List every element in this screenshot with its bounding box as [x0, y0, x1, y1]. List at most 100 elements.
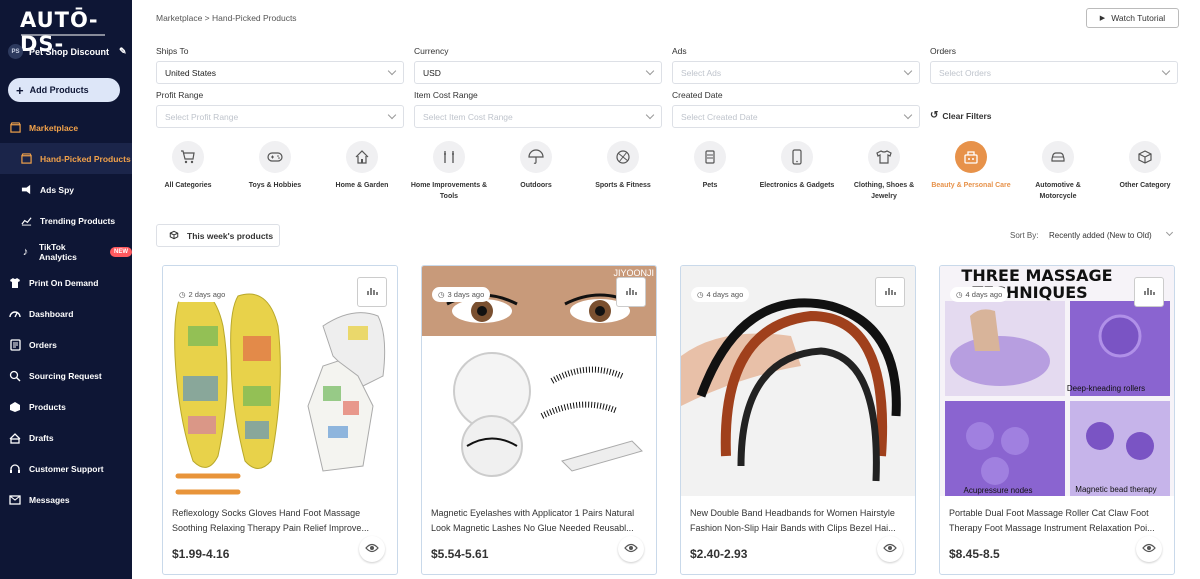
orders-select[interactable]: Select Orders: [930, 61, 1178, 84]
product-card[interactable]: JIYOONJI ◷ 3 days ago Magnetic Eyelashes …: [421, 265, 657, 575]
sidebar-item-label: Drafts: [29, 432, 54, 443]
add-products-button[interactable]: + Add Products: [8, 78, 120, 102]
stats-button[interactable]: [1134, 277, 1164, 307]
sidebar-item-dashboard[interactable]: Dashboard: [0, 298, 132, 329]
item-cost-label: Item Cost Range: [414, 90, 478, 100]
headset-icon: [9, 463, 21, 475]
currency-select[interactable]: USD: [414, 61, 662, 84]
preview-eye-button[interactable]: [877, 536, 903, 562]
clock-icon: ◷: [956, 290, 963, 299]
sidebar-nav: Marketplace Hand-Picked Products Ads Spy…: [0, 112, 132, 515]
product-title[interactable]: Portable Dual Foot Massage Roller Cat Cl…: [949, 506, 1167, 536]
phone-icon: [781, 141, 813, 173]
product-price: $5.54-5.61: [431, 547, 489, 561]
product-card[interactable]: THREE MASSAGE TECHNIQUES Deep-kneading r…: [939, 265, 1175, 575]
sidebar-item-label: Orders: [29, 339, 57, 350]
chevron-down-icon[interactable]: [1165, 228, 1174, 237]
product-title[interactable]: Magnetic Eyelashes with Applicator 1 Pai…: [431, 506, 649, 536]
category-home-garden[interactable]: Home & Garden: [322, 141, 402, 191]
preview-eye-button[interactable]: [359, 536, 385, 562]
sidebar-item-trending[interactable]: Trending Products: [0, 205, 132, 236]
sidebar-item-label: Hand-Picked Products: [40, 153, 131, 164]
ads-placeholder: Select Ads: [681, 67, 722, 78]
preview-eye-button[interactable]: [618, 536, 644, 562]
product-title[interactable]: New Double Band Headbands for Women Hair…: [690, 506, 908, 536]
stats-button[interactable]: [616, 277, 646, 307]
category-sports[interactable]: Sports & Fitness: [583, 141, 663, 191]
sidebar-item-drafts[interactable]: Drafts: [0, 422, 132, 453]
this-week-products-button[interactable]: This week's products: [156, 224, 280, 247]
cart-icon: [172, 141, 204, 173]
item-cost-select[interactable]: Select Item Cost Range: [414, 105, 662, 128]
store-icon: [20, 153, 32, 165]
ads-select[interactable]: Select Ads: [672, 61, 920, 84]
add-products-label: Add Products: [29, 85, 89, 95]
title-line: Fashion Non-Slip Hair Bands with Clips B…: [690, 523, 896, 533]
main-content: Marketplace > Hand-Picked Products ▶ Wat…: [132, 0, 1200, 579]
plus-icon: +: [16, 82, 24, 98]
category-label: Beauty & Personal Care: [931, 182, 1011, 189]
orders-label: Orders: [930, 46, 956, 56]
category-other[interactable]: Other Category: [1105, 141, 1185, 191]
sort-select[interactable]: Recently added (New to Old): [1049, 231, 1152, 240]
sidebar-item-marketplace[interactable]: Marketplace: [0, 112, 132, 143]
breadcrumb[interactable]: Marketplace > Hand-Picked Products: [156, 13, 297, 23]
ships-to-value: United States: [165, 67, 217, 78]
sidebar-item-messages[interactable]: Messages: [0, 484, 132, 515]
products-icon: [9, 401, 21, 413]
sidebar-item-print-on-demand[interactable]: Print On Demand: [0, 267, 132, 298]
sidebar-item-tiktok[interactable]: ♪ TikTok Analytics NEW: [0, 236, 132, 267]
category-clothing[interactable]: Clothing, Shoes & Jewelry: [844, 141, 924, 202]
profit-range-select[interactable]: Select Profit Range: [156, 105, 404, 128]
product-card[interactable]: ◷ 4 days ago New Double Band Headbands fo…: [680, 265, 916, 575]
product-card[interactable]: ◷ 2 days ago Reflexology Socks Gloves Han…: [162, 265, 398, 575]
bar-chart-icon: [884, 283, 896, 301]
sidebar-item-products[interactable]: Products: [0, 391, 132, 422]
created-date-select[interactable]: Select Created Date: [672, 105, 920, 128]
title-line: Therapy Foot Massage Instrument Relaxati…: [949, 523, 1155, 533]
category-toys[interactable]: Toys & Hobbies: [235, 141, 315, 191]
category-outdoors[interactable]: Outdoors: [496, 141, 576, 191]
ads-label: Ads: [672, 46, 687, 56]
title-line: Look Magnetic Lashes No Glue Needed Reus…: [431, 523, 634, 533]
age-text: 4 days ago: [706, 290, 744, 299]
sidebar-item-label: Dashboard: [29, 308, 74, 319]
store-selector[interactable]: PS Pet Shop Discount ✎: [8, 44, 127, 59]
stats-button[interactable]: [357, 277, 387, 307]
category-all[interactable]: All Categories: [148, 141, 228, 191]
logo-underline: [21, 34, 105, 36]
category-pets[interactable]: Pets: [670, 141, 750, 191]
category-beauty[interactable]: Beauty & Personal Care: [931, 141, 1011, 191]
category-automotive[interactable]: Automotive & Motorcycle: [1018, 141, 1098, 202]
sidebar-item-label: Ads Spy: [40, 184, 75, 195]
box-icon: [169, 230, 179, 242]
edit-pencil-icon[interactable]: ✎: [119, 46, 127, 57]
watch-tutorial-button[interactable]: ▶ Watch Tutorial: [1086, 8, 1179, 28]
category-electronics[interactable]: Electronics & Gadgets: [757, 141, 837, 191]
sidebar-item-hand-picked[interactable]: Hand-Picked Products: [0, 143, 132, 174]
clear-filters-button[interactable]: ↺ Clear Filters: [930, 110, 992, 121]
this-week-label: This week's products: [187, 230, 274, 241]
orders-placeholder: Select Orders: [939, 67, 991, 78]
category-home-improvements[interactable]: Home Improvements & Tools: [409, 141, 489, 202]
sidebar-item-orders[interactable]: Orders: [0, 329, 132, 360]
clock-icon: ◷: [697, 290, 704, 299]
stats-button[interactable]: [875, 277, 905, 307]
preview-eye-button[interactable]: [1136, 536, 1162, 562]
trend-icon: [20, 215, 32, 227]
created-date-label: Created Date: [672, 90, 723, 100]
title-line: New Double Band Headbands for Women Hair…: [690, 508, 895, 518]
store-name: Pet Shop Discount: [29, 46, 110, 57]
chevron-down-icon: [903, 110, 913, 120]
category-label: All Categories: [164, 182, 212, 189]
ball-icon: [607, 141, 639, 173]
shirt-icon: [868, 141, 900, 173]
sidebar-item-ads-spy[interactable]: Ads Spy: [0, 174, 132, 205]
sidebar-item-support[interactable]: Customer Support: [0, 453, 132, 484]
ships-to-select[interactable]: United States: [156, 61, 404, 84]
clock-icon: ◷: [179, 290, 186, 299]
item-cost-placeholder: Select Item Cost Range: [423, 111, 513, 122]
product-title[interactable]: Reflexology Socks Gloves Hand Foot Massa…: [172, 506, 390, 536]
sidebar-item-sourcing[interactable]: Sourcing Request: [0, 360, 132, 391]
chevron-down-icon: [1161, 66, 1171, 76]
